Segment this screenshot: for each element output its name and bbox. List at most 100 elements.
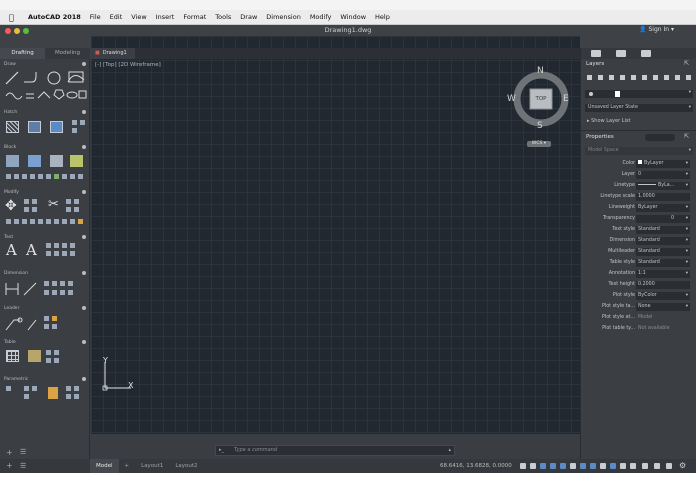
layer-tool-5-icon[interactable] bbox=[642, 75, 647, 80]
leader-tools-icons[interactable] bbox=[4, 314, 88, 334]
block-tool-9-icon[interactable] bbox=[70, 174, 75, 179]
sign-in-button[interactable]: 👤 Sign In ▾ bbox=[639, 26, 674, 33]
section-text[interactable]: Text bbox=[0, 234, 90, 241]
layer-tool-4-icon[interactable] bbox=[631, 75, 636, 80]
parametric-tool-6-icon[interactable] bbox=[74, 386, 79, 391]
snap-icon[interactable] bbox=[530, 463, 536, 469]
selection-filter-icon[interactable] bbox=[630, 463, 636, 469]
section-block[interactable]: Block bbox=[0, 144, 90, 151]
polar-icon[interactable] bbox=[550, 463, 556, 469]
block-tool-8-icon[interactable] bbox=[62, 174, 67, 179]
menu-help[interactable]: Help bbox=[375, 13, 390, 21]
menu-window[interactable]: Window bbox=[340, 13, 366, 21]
current-layer-dropdown[interactable]: ▾ bbox=[585, 90, 693, 98]
tab-modeling[interactable]: Modeling bbox=[45, 48, 90, 59]
parametric-tool-5-icon[interactable] bbox=[66, 386, 71, 391]
layer-tool-2-icon[interactable] bbox=[609, 75, 614, 80]
define-attributes-icon[interactable] bbox=[70, 155, 83, 167]
add-icon[interactable]: + bbox=[6, 461, 13, 470]
menu-app[interactable]: AutoCAD 2018 bbox=[28, 13, 81, 21]
modify-tool-5-icon[interactable] bbox=[38, 219, 43, 224]
layer-tool-3-icon[interactable] bbox=[620, 75, 625, 80]
layer-tool-6-icon[interactable] bbox=[653, 75, 658, 80]
tab-layout1[interactable]: Layout1 bbox=[135, 459, 169, 473]
apple-icon[interactable]:  bbox=[9, 13, 19, 22]
linetype-dropdown[interactable]: ByLa... ▾ bbox=[636, 182, 690, 190]
modify-tool-2-icon[interactable] bbox=[14, 219, 19, 224]
show-layer-list-toggle[interactable]: ▸ Show Layer List bbox=[587, 118, 630, 124]
multiline-text-icon[interactable]: A bbox=[6, 241, 17, 259]
color-dropdown[interactable]: ByLayer ▾ bbox=[636, 160, 690, 168]
section-table[interactable]: Table bbox=[0, 339, 90, 346]
menu-icon[interactable]: ☰ bbox=[20, 462, 26, 470]
gear-icon[interactable] bbox=[82, 110, 86, 114]
text-tool-3-icon[interactable] bbox=[62, 243, 67, 248]
edit-block-icon[interactable] bbox=[50, 155, 63, 167]
rotate-icon[interactable] bbox=[32, 199, 37, 204]
chevron-up-icon[interactable]: ▴ bbox=[448, 447, 451, 453]
viewport-controls[interactable]: [-] [Top] [2D Wireframe] bbox=[95, 62, 161, 68]
gear-icon[interactable] bbox=[82, 340, 86, 344]
trim-icon[interactable]: ✂ bbox=[48, 197, 59, 212]
layer-tool-9-icon[interactable] bbox=[686, 75, 691, 80]
layer-tool-8-icon[interactable] bbox=[675, 75, 680, 80]
move-icon[interactable]: ✥ bbox=[5, 198, 17, 214]
tab-drafting[interactable]: Drafting bbox=[0, 48, 45, 59]
compass-east[interactable]: E bbox=[563, 94, 569, 104]
section-draw[interactable]: Draw bbox=[0, 61, 90, 68]
layer-state-dropdown[interactable]: Unsaved Layer State ▾ bbox=[585, 104, 693, 112]
menu-view[interactable]: View bbox=[131, 13, 146, 21]
dimension-tools-icons[interactable] bbox=[4, 279, 88, 301]
annotation-visibility-icon[interactable] bbox=[642, 463, 648, 469]
text-tool-1-icon[interactable] bbox=[46, 243, 51, 248]
array-icon[interactable] bbox=[74, 199, 79, 204]
block-tool-3-icon[interactable] bbox=[22, 174, 27, 179]
close-icon[interactable]: ■ bbox=[95, 50, 100, 56]
stretch-icon[interactable] bbox=[32, 207, 37, 212]
properties-toggle[interactable] bbox=[645, 134, 675, 141]
block-tool-2-icon[interactable] bbox=[14, 174, 19, 179]
lineweight-icon[interactable] bbox=[580, 463, 586, 469]
tab-layout2[interactable]: Layout2 bbox=[169, 459, 203, 473]
command-input[interactable]: Type a command bbox=[234, 447, 277, 453]
offset-icon[interactable] bbox=[66, 207, 71, 212]
annotation-scale-dropdown[interactable]: 1:1 ▾ bbox=[636, 270, 690, 278]
gear-icon[interactable] bbox=[82, 62, 86, 66]
block-tool-6-icon[interactable] bbox=[46, 174, 51, 179]
text-tool-8-icon[interactable] bbox=[70, 251, 75, 256]
layers-tab-icon[interactable] bbox=[591, 50, 601, 57]
layer-tool-7-icon[interactable] bbox=[664, 75, 669, 80]
modify-tool-9-icon[interactable] bbox=[70, 219, 75, 224]
gear-icon[interactable] bbox=[82, 306, 86, 310]
command-line[interactable]: ▸_ Type a command ▴ bbox=[215, 445, 455, 456]
expand-icon[interactable]: ⇱ bbox=[684, 133, 689, 140]
transparency-input[interactable]: 0 ▾ bbox=[636, 215, 690, 223]
parametric-tool-4-icon[interactable] bbox=[24, 394, 29, 399]
compass-north[interactable]: N bbox=[537, 66, 544, 76]
layer-visibility-icon[interactable] bbox=[589, 92, 593, 96]
block-tool-10-icon[interactable] bbox=[78, 174, 83, 179]
table-tool-3-icon[interactable] bbox=[46, 358, 51, 363]
insert-block-icon[interactable] bbox=[28, 155, 41, 167]
table-tool-1-icon[interactable] bbox=[46, 350, 51, 355]
gear-icon[interactable]: ⚙ bbox=[679, 461, 686, 470]
new-layer-icon[interactable] bbox=[587, 75, 592, 80]
section-leader[interactable]: Leader bbox=[0, 305, 90, 312]
add-layout-button[interactable]: + bbox=[119, 459, 136, 473]
menu-tools[interactable]: Tools bbox=[215, 13, 231, 21]
multileader-style-dropdown[interactable]: Standard ▾ bbox=[636, 248, 690, 256]
plot-style-dropdown[interactable]: ByColor ▾ bbox=[636, 292, 690, 300]
parametric-tool-3-icon[interactable] bbox=[32, 386, 37, 391]
menu-edit[interactable]: Edit bbox=[110, 13, 123, 21]
text-style-dropdown[interactable]: Standard ▾ bbox=[636, 226, 690, 234]
document-tab[interactable]: ■ Drawing1 bbox=[91, 48, 135, 59]
osnap-icon[interactable] bbox=[560, 463, 566, 469]
modify-tool-8-icon[interactable] bbox=[62, 219, 67, 224]
menu-insert[interactable]: Insert bbox=[156, 13, 175, 21]
viewcube-face-label[interactable]: TOP bbox=[533, 96, 549, 102]
wcs-menu[interactable]: WCS ▾ bbox=[527, 141, 551, 147]
menu-draw[interactable]: Draw bbox=[240, 13, 257, 21]
block-tool-5-icon[interactable] bbox=[38, 174, 43, 179]
section-dimension[interactable]: Dimension bbox=[0, 270, 90, 277]
modify-tool-7-icon[interactable] bbox=[54, 219, 59, 224]
